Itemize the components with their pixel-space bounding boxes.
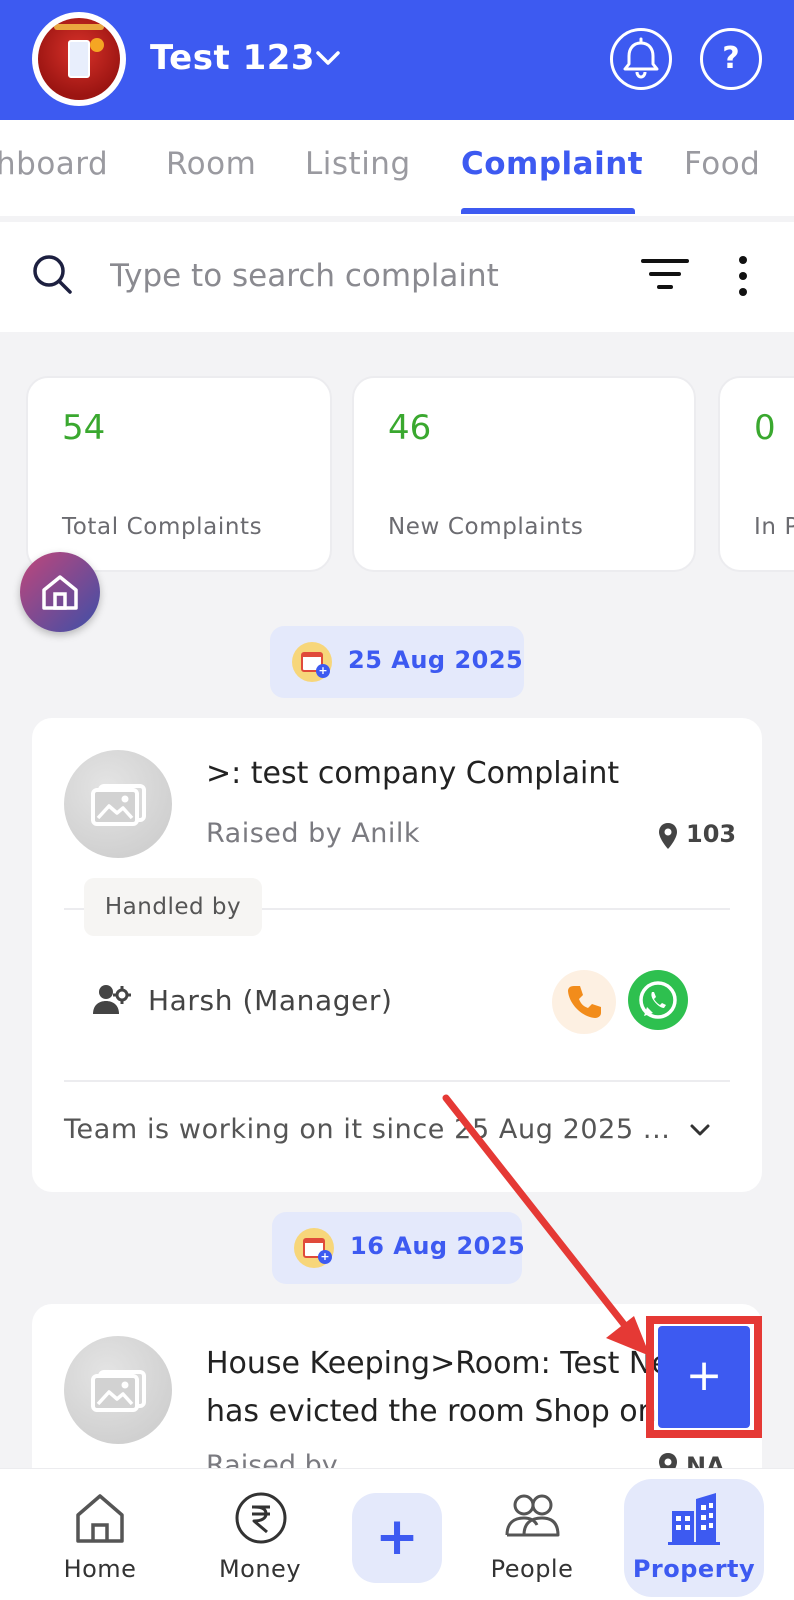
image-placeholder-icon (91, 1370, 146, 1412)
date-group-header: + 16 Aug 2025 (272, 1212, 526, 1284)
search-icon (33, 255, 72, 294)
nav-label: People (490, 1555, 574, 1583)
annotation-highlight-box (646, 1316, 762, 1438)
calendar-icon: + (292, 642, 332, 682)
house-icon (42, 575, 78, 610)
manager-icon (93, 985, 131, 1014)
divider (64, 1080, 730, 1082)
whatsapp-button[interactable] (628, 970, 688, 1030)
location-pin-icon (659, 823, 677, 849)
handler-name: Harsh (Manager) (148, 984, 393, 1017)
date-label: 25 Aug 2025 (348, 646, 524, 674)
complaint-title-line: House Keeping>Room: Test Ne (206, 1346, 670, 1381)
home-shortcut-button[interactable] (20, 552, 100, 632)
more-options-icon[interactable] (730, 254, 756, 298)
stat-card-total[interactable]: 54 Total Complaints (26, 376, 332, 572)
tab-complaint[interactable]: Complaint (461, 146, 643, 182)
search-bar (0, 222, 794, 332)
plus-icon: + (375, 1507, 419, 1567)
stat-label: New Complaints (388, 514, 584, 540)
calendar-icon: + (294, 1228, 334, 1268)
chevron-down-icon[interactable] (314, 46, 342, 70)
stat-value: 54 (62, 408, 106, 448)
nav-people[interactable]: People (452, 1469, 612, 1600)
stat-label: In P (754, 514, 794, 540)
nav-home[interactable]: Home (20, 1469, 180, 1600)
complaint-card[interactable]: >: test company Complaint Raised by Anil… (32, 718, 762, 1192)
date-group-header: + 25 Aug 2025 (270, 626, 524, 698)
active-tab-indicator (461, 208, 635, 214)
rupee-icon (235, 1492, 287, 1544)
building-icon (668, 1493, 720, 1545)
complaint-title: >: test company Complaint (206, 756, 620, 791)
complaint-title-line: has evicted the room Shop on (206, 1394, 657, 1429)
complaint-status: Team is working on it since 25 Aug 2025 … (64, 1114, 671, 1145)
stat-card-new[interactable]: 46 New Complaints (352, 376, 696, 572)
property-title[interactable]: Test 123 (150, 38, 315, 78)
complaint-title: House Keeping>Room: Test Ne has evicted … (206, 1340, 676, 1436)
nav-property[interactable]: Property (614, 1469, 774, 1600)
avatar-image (38, 18, 120, 100)
nav-money[interactable]: Money (180, 1469, 340, 1600)
notifications-button[interactable] (610, 28, 672, 90)
section-tabs: hboard Room Listing Complaint Food (0, 120, 794, 216)
chevron-down-icon[interactable] (686, 1116, 714, 1144)
complaint-image (64, 1336, 172, 1444)
complaint-image (64, 750, 172, 858)
nav-add-button[interactable]: + (352, 1493, 442, 1583)
stat-value: 46 (388, 408, 432, 448)
nav-label: Property (632, 1555, 756, 1583)
bell-icon (623, 37, 659, 79)
stat-label: Total Complaints (62, 514, 263, 540)
tab-food[interactable]: Food (684, 146, 760, 182)
nav-label: Money (218, 1555, 302, 1583)
stat-card-in-progress[interactable]: 0 In P (718, 376, 794, 572)
home-icon (76, 1494, 124, 1543)
bottom-navigation: Home Money + People Property (0, 1468, 794, 1600)
filter-icon[interactable] (640, 256, 690, 296)
help-button[interactable]: ? (700, 28, 762, 90)
phone-icon (568, 986, 601, 1018)
people-icon (505, 1494, 560, 1537)
nav-label: Home (63, 1555, 137, 1583)
complaints-screen: Test 123 ? hboard Room Listing Complaint… (0, 0, 794, 1600)
tab-dashboard[interactable]: hboard (0, 146, 108, 182)
call-button[interactable] (552, 970, 616, 1034)
tab-room[interactable]: Room (166, 146, 256, 182)
image-placeholder-icon (91, 784, 146, 826)
property-avatar[interactable] (32, 12, 126, 106)
date-label: 16 Aug 2025 (350, 1232, 526, 1260)
handled-by-label: Handled by (84, 878, 262, 936)
room-number: 103 (686, 820, 737, 848)
help-icon: ? (722, 41, 740, 76)
stats-row: 54 Total Complaints 46 New Complaints 0 … (0, 340, 794, 605)
tab-listing[interactable]: Listing (305, 146, 411, 182)
raised-by: Raised by Anilk (206, 818, 421, 849)
stat-value: 0 (754, 408, 776, 448)
app-header: Test 123 ? (0, 0, 794, 120)
whatsapp-icon (639, 981, 677, 1019)
search-input[interactable] (110, 254, 610, 298)
